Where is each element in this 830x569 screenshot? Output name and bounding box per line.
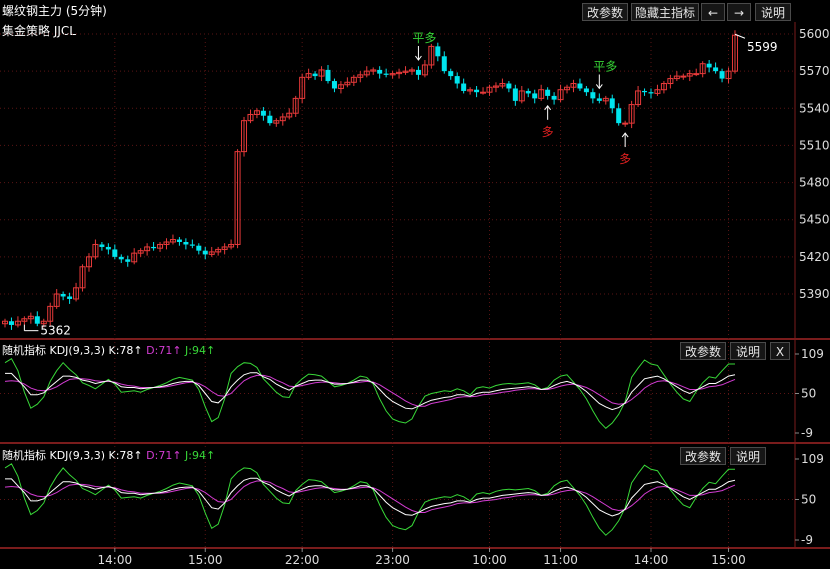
candle-body (312, 73, 318, 77)
candle-body (196, 245, 202, 251)
low-price-label: 5362 (40, 324, 71, 338)
kdj-tick-label: -9 (801, 426, 813, 440)
signal-flat-long-label: 平多 (593, 59, 617, 73)
price-tick-label: 5570 (799, 64, 830, 78)
signal-long-label: 多 (542, 125, 554, 139)
candle-body (331, 81, 337, 89)
candle-body (325, 69, 331, 82)
candle-body (545, 89, 551, 96)
candle-body (125, 259, 131, 262)
candle-body (693, 73, 700, 76)
candle-body (383, 73, 389, 75)
kdj-tick-label: -9 (801, 533, 813, 547)
chart-canvas: 5600 5570 5540 5510 5480 5450 5420 5390 14:00 15:… (0, 22, 830, 567)
candle-body (202, 250, 208, 255)
candle-body (577, 83, 583, 89)
candle-body (454, 76, 460, 84)
price-tick-label: 5510 (799, 138, 830, 152)
candle-body (532, 93, 538, 99)
last-price-label: 5599 (747, 40, 778, 54)
candle-body (680, 75, 687, 78)
time-tick-label: 22:00 (285, 553, 320, 567)
time-tick-label: 23:00 (375, 553, 410, 567)
candle-body (260, 110, 266, 116)
candle-body (441, 56, 447, 72)
candle-body (642, 90, 648, 93)
candle-body (706, 63, 712, 68)
candle-body (118, 256, 124, 260)
candle-body (34, 316, 40, 324)
candle-body (60, 294, 66, 297)
time-tick-label: 11:00 (543, 553, 578, 567)
candle-body (512, 88, 518, 101)
price-tick-label: 5390 (799, 287, 830, 301)
kdj-tick-label: 50 (801, 493, 816, 507)
price-tick-label: 5480 (799, 176, 830, 190)
candle-body (267, 115, 273, 124)
candle-body (480, 91, 487, 94)
candle-body (176, 239, 182, 242)
candle-body (474, 89, 480, 93)
candle-body (99, 244, 105, 247)
candle-body (713, 67, 719, 72)
signal-flat-long-label: 平多 (412, 31, 436, 45)
candle-body (525, 90, 531, 94)
price-tick-label: 5540 (799, 101, 830, 115)
candle-body (719, 71, 725, 79)
candle-body (461, 83, 467, 91)
candle-body (189, 244, 195, 246)
candle-body (583, 88, 589, 93)
time-tick-label: 15:00 (188, 553, 223, 567)
kdj-tick-label: 109 (801, 347, 824, 361)
candle-body (67, 296, 73, 299)
kdj-j-line (4, 357, 735, 429)
candle-body (112, 249, 118, 257)
kdj-tick-label: 50 (801, 387, 816, 401)
candle-body (506, 83, 512, 89)
candle-body (8, 321, 14, 325)
candle-body (105, 246, 111, 250)
candle-body (616, 108, 622, 124)
price-tick-label: 5600 (799, 27, 830, 41)
candle-body (648, 92, 654, 94)
candle-body (609, 98, 615, 109)
time-tick-label: 14:00 (98, 553, 133, 567)
time-tick-label: 10:00 (472, 553, 507, 567)
signal-long-label: 多 (619, 152, 631, 166)
candle-body (448, 71, 454, 77)
candle-body (377, 69, 383, 74)
candle-body (596, 98, 602, 101)
candle-body (151, 246, 157, 249)
candle-body (590, 92, 596, 99)
time-tick-label: 14:00 (634, 553, 669, 567)
candle-body (435, 46, 441, 57)
kdj-tick-label: 109 (801, 452, 824, 466)
candle-body (551, 95, 557, 100)
candle-body (415, 69, 421, 75)
last-price-pointer (734, 33, 746, 39)
price-tick-label: 5450 (799, 213, 830, 227)
candle-body (183, 242, 189, 245)
time-tick-label: 15:00 (711, 553, 746, 567)
candle-body (622, 122, 629, 125)
price-tick-label: 5420 (799, 250, 830, 264)
